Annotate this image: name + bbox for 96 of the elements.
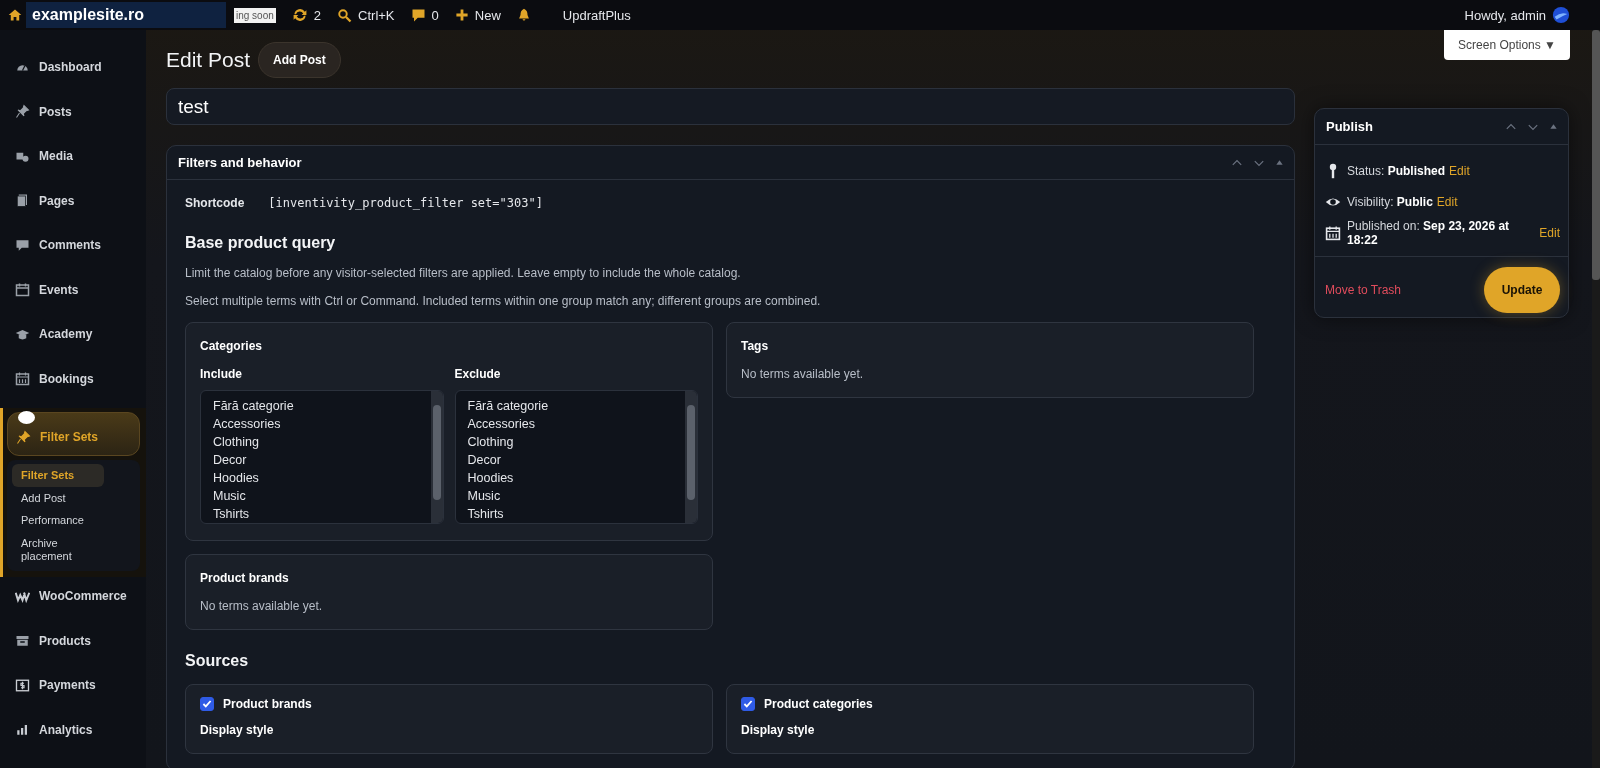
triangle-up-icon	[1549, 122, 1558, 131]
field-label: Display style	[200, 723, 275, 737]
card-title: Categories	[200, 339, 264, 353]
checkbox[interactable]	[200, 697, 214, 711]
sidebar-item[interactable]: WooCommerce	[0, 579, 146, 624]
edit-link[interactable]: Edit	[1449, 163, 1470, 178]
list-scrollbar[interactable]	[430, 391, 443, 523]
pin-icon	[16, 429, 31, 445]
comments-link[interactable]: 0	[402, 7, 447, 23]
list-option[interactable]: Clothing	[467, 433, 673, 451]
scrollbar[interactable]	[1592, 30, 1600, 768]
pin-icon	[15, 104, 30, 120]
refresh-icon	[291, 7, 308, 23]
sidebar-item[interactable]: Filter Sets	[7, 412, 140, 456]
account-menu[interactable]: Howdy, admin	[1464, 6, 1570, 24]
trash-link[interactable]: Move to Trash	[1325, 283, 1402, 297]
list-scrollbar[interactable]	[685, 391, 697, 523]
coming-soon-badge: ing soon	[234, 7, 276, 23]
submenu-item[interactable]: Filter Sets	[12, 464, 104, 487]
bar-chart-icon	[15, 722, 30, 738]
notification-dot	[18, 411, 35, 424]
publish-info: Visibility: Public	[1347, 194, 1433, 209]
calendar-icon	[15, 282, 30, 298]
page-title: Edit Post	[166, 48, 251, 72]
pages-icon	[15, 193, 30, 209]
screen-options-button[interactable]: Screen Options ▼	[1444, 30, 1570, 60]
list-option[interactable]: Hoodies	[467, 469, 673, 487]
field-label: Exclude	[454, 367, 502, 381]
list-option[interactable]: Fără categorie	[213, 397, 419, 415]
list-option[interactable]: Accessories	[467, 415, 673, 433]
checkbox[interactable]	[741, 697, 755, 711]
list-option[interactable]: Clothing	[213, 433, 419, 451]
metabox-header: Publish	[1315, 109, 1568, 145]
description-text: Select multiple terms with Ctrl or Command. Included terms within one group match any; different groups are combined.	[185, 294, 822, 308]
bell-icon	[516, 8, 531, 22]
sidebar-item[interactable]: Payments	[0, 668, 146, 713]
publish-info: Status: Published	[1347, 163, 1446, 178]
edit-link[interactable]: Edit	[1436, 194, 1458, 209]
sidebar-item[interactable]: Comments	[0, 228, 146, 273]
add-post-button[interactable]: Add Post	[258, 42, 341, 78]
list-option[interactable]: Music	[467, 487, 673, 505]
submenu-item[interactable]: Add Post	[12, 486, 104, 510]
shortcode-text: [inventivity_product_filter set="303"]	[268, 196, 543, 210]
title-field[interactable]: test	[166, 88, 1295, 125]
description-text: Limit the catalog before any visitor-selected filters are applied. Leave empty to include the whole catalog.	[185, 266, 742, 280]
section-heading: Base product query	[185, 234, 337, 252]
box-icon	[15, 633, 30, 649]
field-label: Shortcode	[185, 196, 245, 210]
list-option[interactable]: Accessories	[213, 415, 419, 433]
card-title: Product brands	[200, 571, 290, 585]
sidebar-item[interactable]: Pages	[0, 183, 146, 228]
checkbox-label: Product brands	[223, 697, 312, 711]
sidebar-item[interactable]: Analytics	[0, 712, 146, 758]
triangle-up-icon	[1275, 158, 1284, 167]
sidebar-item[interactable]: Bookings	[0, 361, 146, 406]
publish-info: Published on: Sep 23, 2026 at 18:22	[1347, 218, 1511, 247]
search-icon	[337, 7, 353, 23]
empty-message: No terms available yet.	[741, 367, 865, 381]
submenu-item[interactable]: Archive placement	[12, 531, 104, 568]
sidebar-item[interactable]: Media	[0, 139, 146, 184]
comment-icon	[410, 7, 426, 23]
field-label: Include	[200, 367, 243, 381]
plugin-link[interactable]: UpdraftPlus	[554, 7, 639, 23]
avatar-icon	[1552, 6, 1570, 24]
calendar-icon	[15, 371, 30, 387]
card-title: Tags	[741, 339, 770, 353]
dollar-icon	[15, 677, 30, 693]
field-label: Display style	[741, 723, 816, 737]
search-link[interactable]: Ctrl+K	[329, 7, 403, 23]
updates-link[interactable]: 2	[283, 7, 330, 23]
edit-link[interactable]: Edit	[1539, 225, 1560, 240]
list-option[interactable]: Fără categorie	[467, 397, 673, 415]
home-icon	[8, 8, 22, 22]
multi-select-list[interactable]: Fără categorie Accessories Clothing Decor Hoodies Music Tshirts	[454, 390, 698, 524]
section-heading: Sources	[185, 652, 250, 670]
sidebar-item[interactable]: Products	[0, 623, 146, 669]
empty-message: No terms available yet.	[200, 599, 324, 613]
plus-icon	[454, 8, 469, 22]
multi-select-list[interactable]: Fără categorie Accessories Clothing Decor Hoodies Music Tshirts	[200, 390, 444, 524]
sidebar-item[interactable]: Events	[0, 272, 146, 317]
new-link[interactable]: New	[446, 7, 509, 23]
update-button[interactable]: Update	[1484, 267, 1560, 313]
list-option[interactable]: Decor	[213, 451, 419, 469]
sidebar-item[interactable]: Dashboard	[0, 50, 146, 95]
sidebar-item[interactable]: Academy	[0, 317, 146, 362]
list-option[interactable]: Hoodies	[213, 469, 419, 487]
sidebar-item[interactable]: Posts	[0, 94, 146, 139]
list-option[interactable]: Tshirts	[213, 505, 419, 523]
calendar-icon	[1325, 224, 1341, 241]
submenu-item[interactable]: Performance	[12, 509, 104, 532]
list-option[interactable]: Music	[213, 487, 419, 505]
list-option[interactable]: Tshirts	[467, 505, 673, 523]
list-option[interactable]: Decor	[467, 451, 673, 469]
checkbox-label: Product categories	[764, 697, 873, 711]
comment-icon	[15, 237, 30, 253]
metabox-header: Filters and behavior	[167, 146, 1294, 180]
